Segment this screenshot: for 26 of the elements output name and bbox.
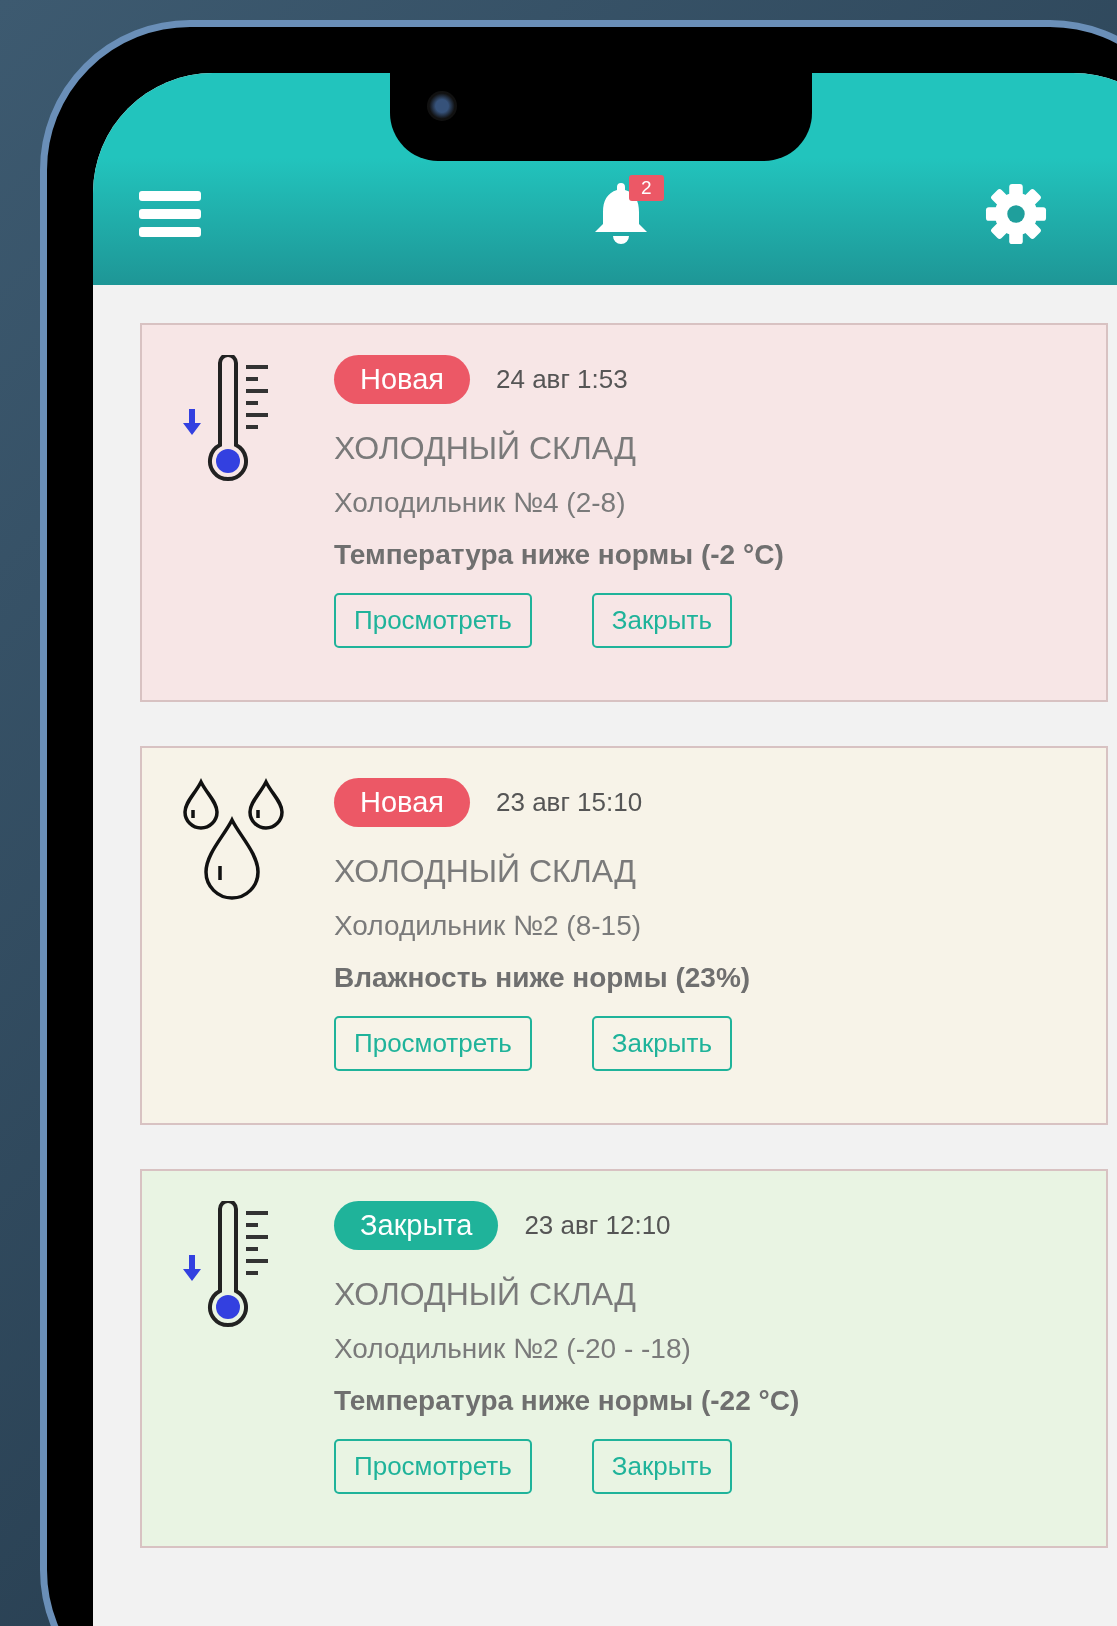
camera-icon <box>427 91 457 121</box>
alert-message: Температура ниже нормы (-22 °C) <box>334 1385 800 1417</box>
device-name: Холодильник №4 (2-8) <box>334 487 627 519</box>
status-badge: Новая <box>334 778 470 827</box>
location-name: ХОЛОДНЫЙ СКЛАД <box>334 853 637 890</box>
alert-time: 23 авг 12:10 <box>524 1210 671 1241</box>
bell-icon[interactable] <box>593 181 649 245</box>
action-button[interactable]: Просмотреть <box>334 1439 532 1494</box>
alert-time: 24 авг 1:53 <box>496 364 628 395</box>
action-button[interactable]: Просмотреть <box>334 593 532 648</box>
device-name: Холодильник №2 (-20 - -18) <box>334 1333 692 1365</box>
notification-badge: 2 <box>629 175 664 201</box>
location-name: ХОЛОДНЫЙ СКЛАД <box>334 1276 637 1313</box>
settings-icon[interactable] <box>985 183 1047 245</box>
action-button[interactable]: Просмотреть <box>334 1016 532 1071</box>
alert-time: 23 авг 15:10 <box>496 787 643 818</box>
alert-message: Влажность ниже нормы (23%) <box>334 962 751 994</box>
device-name: Холодильник №2 (8-15) <box>334 910 643 942</box>
status-badge: Новая <box>334 355 470 404</box>
alert-message: Температура ниже нормы (-2 °C) <box>334 539 784 571</box>
action-button[interactable]: Закрыть <box>591 1439 732 1494</box>
location-name: ХОЛОДНЫЙ СКЛАД <box>334 430 637 467</box>
action-button[interactable]: Закрыть <box>591 593 732 648</box>
action-button[interactable]: Закрыть <box>591 1016 732 1071</box>
status-badge: Закрыта <box>334 1201 499 1250</box>
menu-icon[interactable] <box>139 191 201 237</box>
